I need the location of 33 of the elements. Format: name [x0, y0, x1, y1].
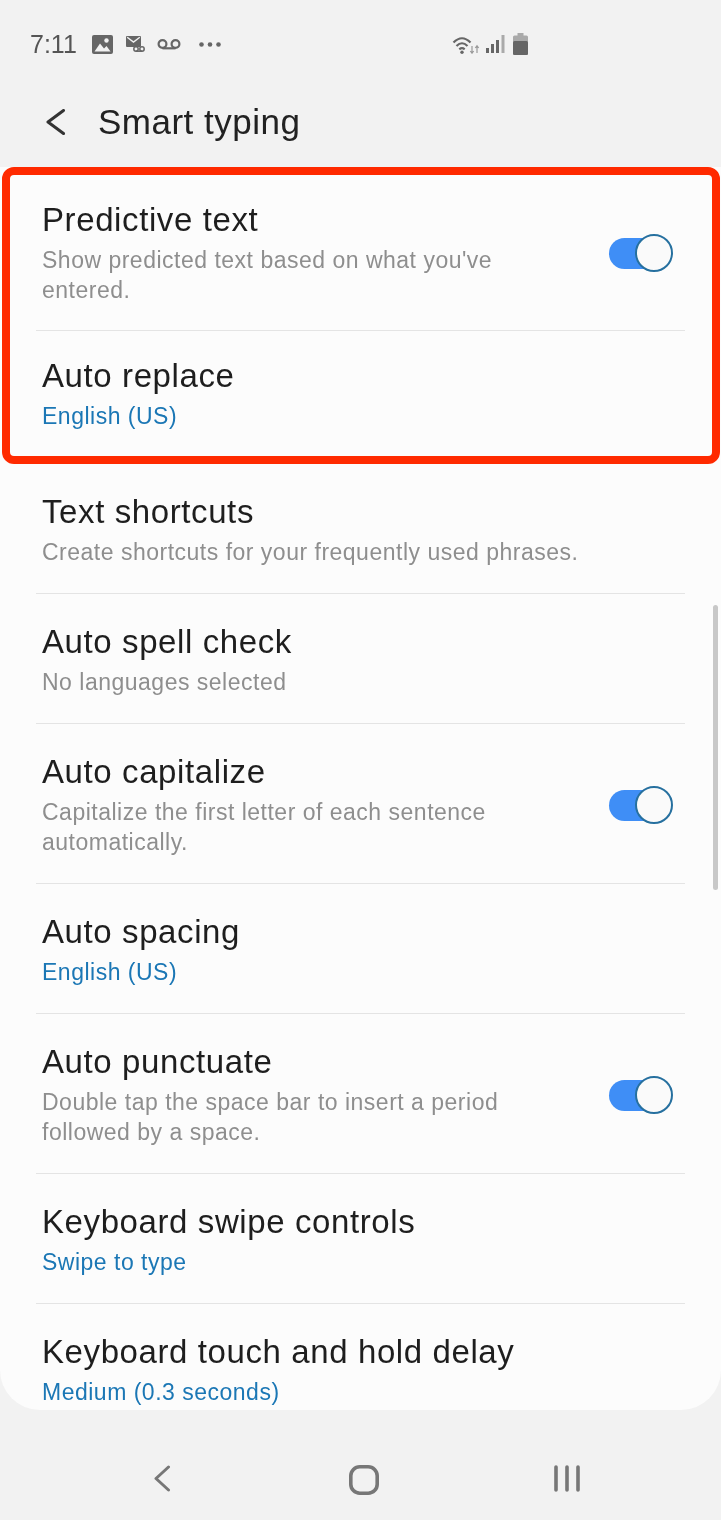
signal-icon [486, 35, 505, 53]
page-title: Smart typing [98, 101, 301, 143]
image-icon [91, 34, 113, 54]
setting-description: Capitalize the first letter of each sentence automatically. [42, 798, 487, 857]
setting-title[interactable]: Auto punctuate [42, 1043, 273, 1081]
setting-title[interactable]: Auto spacing [42, 913, 240, 951]
more-icon [198, 41, 221, 47]
setting-description: Show predicted text based on what you've entered. [42, 246, 494, 305]
setting-title[interactable]: Auto replace [42, 357, 235, 395]
mail-icon [125, 36, 145, 52]
setting-title[interactable]: Predictive text [42, 201, 259, 239]
setting-description: Double tap the space bar to insert a period followed by a space. [42, 1088, 500, 1147]
setting-description: Create shortcuts for your frequently used phrases. [42, 538, 579, 567]
setting-value: English (US) [42, 402, 178, 431]
voicemail-icon [156, 38, 181, 50]
setting-value: Medium (0.3 seconds) [42, 1378, 280, 1407]
recents-icon[interactable] [554, 1465, 580, 1492]
setting-title[interactable]: Keyboard swipe controls [42, 1203, 416, 1241]
home-icon[interactable] [349, 1465, 379, 1495]
setting-description: No languages selected [42, 668, 287, 697]
toggle-switch[interactable] [609, 786, 673, 824]
back-icon[interactable] [45, 109, 66, 135]
toggle-switch[interactable] [609, 1076, 673, 1114]
setting-title[interactable]: Auto capitalize [42, 753, 266, 791]
setting-value: English (US) [42, 958, 178, 987]
setting-value: Swipe to type [42, 1248, 187, 1277]
clock-time: 7:11 [30, 29, 77, 59]
setting-title[interactable]: Auto spell check [42, 623, 292, 661]
wifi-icon [452, 34, 480, 54]
setting-title[interactable]: Keyboard touch and hold delay [42, 1333, 515, 1371]
battery-icon [513, 33, 528, 55]
toggle-switch[interactable] [609, 234, 673, 272]
setting-title[interactable]: Text shortcuts [42, 493, 254, 531]
